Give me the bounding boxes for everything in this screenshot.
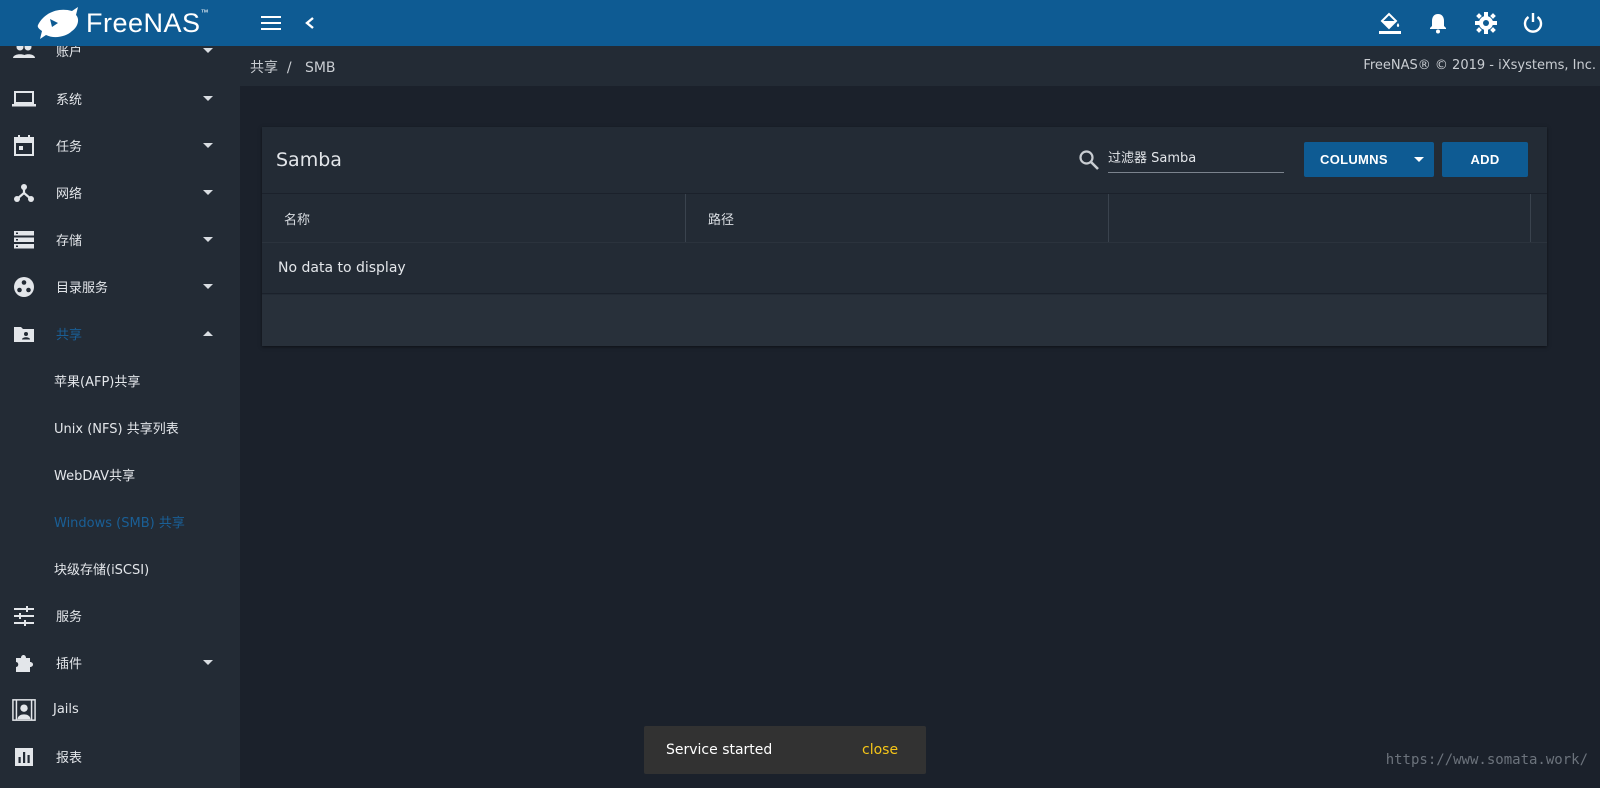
sidebar-item-label: 插件 (56, 657, 83, 672)
sidebar-item-storage[interactable]: 存储 (0, 216, 240, 263)
sidebar-item-accounts[interactable]: 账户 (0, 46, 240, 74)
snackbar: Service started close (644, 726, 926, 774)
sidebar-item-services[interactable]: 服务 (0, 592, 240, 639)
calendar-icon (12, 134, 36, 158)
breadcrumb[interactable]: 共享 / SMB (250, 57, 336, 77)
sidebar-subitem-iscsi[interactable]: 块级存储(iSCSI) (0, 545, 240, 592)
sidebar-item-label: Jails (53, 702, 79, 717)
sidebar-item-label: 报表 (56, 751, 83, 766)
sidebar-subitem-nfs[interactable]: Unix (NFS) 共享列表 (0, 404, 240, 451)
snackbar-close-button[interactable]: close (862, 742, 898, 758)
sidebar-item-reports[interactable]: 报表 (0, 733, 240, 780)
chevron-down-icon (203, 284, 213, 289)
theme-paint-icon[interactable] (1378, 11, 1402, 35)
sidebar-item-tasks[interactable]: 任务 (0, 122, 240, 169)
search-input[interactable] (1108, 145, 1284, 173)
tune-icon (12, 604, 36, 628)
chart-icon (12, 745, 36, 769)
breadcrumb-bar: 共享 / SMB FreeNAS® © 2019 - iXsystems, In… (240, 46, 1600, 86)
storage-icon (12, 228, 36, 252)
network-icon (12, 181, 36, 205)
sidebar-item-label: 存储 (56, 234, 83, 249)
bell-icon[interactable] (1426, 11, 1450, 35)
chevron-down-icon (203, 143, 213, 148)
chevron-up-icon (203, 331, 213, 336)
sidebar-item-label: 目录服务 (56, 281, 109, 296)
watermark: https://www.somata.work/ (1385, 752, 1588, 768)
power-icon[interactable] (1521, 11, 1545, 35)
shark-logo-icon (37, 7, 79, 39)
sidebar-item-label: 账户 (56, 46, 83, 60)
directory-icon (12, 275, 36, 299)
sidebar-subitem-smb[interactable]: Windows (SMB) 共享 (0, 498, 240, 545)
sidebar-item-network[interactable]: 网络 (0, 169, 240, 216)
chevron-down-icon (203, 660, 213, 665)
sidebar-subitem-webdav[interactable]: WebDAV共享 (0, 451, 240, 498)
card-title: Samba (276, 149, 342, 171)
chevron-down-icon (203, 190, 213, 195)
chevron-down-icon (203, 96, 213, 101)
sidebar-subitem-label: 苹果(AFP)共享 (54, 375, 141, 390)
logo[interactable]: FreeNAS™ (0, 0, 240, 46)
sidebar-item-sharing[interactable]: 共享 (0, 310, 240, 357)
table-footer (262, 295, 1547, 346)
gear-icon[interactable] (1474, 11, 1498, 35)
table-header: 名称 路径 (262, 193, 1547, 242)
laptop-icon (12, 87, 36, 111)
group-icon (12, 46, 36, 63)
column-header-actions (1109, 194, 1531, 242)
sidebar-item-system[interactable]: 系统 (0, 75, 240, 122)
sidebar-item-label: 系统 (56, 93, 83, 108)
columns-label: COLUMNS (1320, 152, 1388, 167)
puzzle-icon (12, 651, 36, 675)
jail-icon (12, 698, 36, 722)
columns-button[interactable]: COLUMNS (1304, 142, 1434, 177)
add-button[interactable]: ADD (1442, 142, 1528, 177)
sidebar-subitem-label: Windows (SMB) 共享 (54, 516, 185, 531)
folder-share-icon (12, 322, 36, 346)
snackbar-message: Service started (666, 742, 773, 758)
samba-table-card: Samba COLUMNS ADD 名称 路径 No data to displ… (262, 127, 1547, 346)
copyright-text: FreeNAS® © 2019 - iXsystems, Inc. (1363, 58, 1596, 73)
sidebar-subitem-afp[interactable]: 苹果(AFP)共享 (0, 357, 240, 404)
sidebar-item-plugins[interactable]: 插件 (0, 639, 240, 686)
chevron-down-icon (1414, 157, 1424, 162)
sidebar-subitem-label: Unix (NFS) 共享列表 (54, 422, 179, 437)
sidebar-item-jails[interactable]: Jails (0, 686, 240, 733)
top-bar: FreeNAS™ (0, 0, 1600, 46)
column-header-path[interactable]: 路径 (686, 194, 1109, 242)
chevron-left-icon[interactable] (298, 11, 322, 35)
menu-icon[interactable] (259, 11, 283, 35)
sidebar: 账户 系统 任务 网络 存储 目录服务 共享 苹果(AFP)共享 Unix (N… (0, 46, 240, 788)
sidebar-item-directory-services[interactable]: 目录服务 (0, 263, 240, 310)
empty-row: No data to display (262, 242, 1547, 294)
sidebar-subitem-label: 块级存储(iSCSI) (54, 563, 150, 578)
sidebar-item-label: 网络 (56, 187, 83, 202)
chevron-down-icon (203, 237, 213, 242)
sidebar-item-label: 共享 (56, 328, 83, 343)
sidebar-item-label: 任务 (56, 140, 83, 155)
sidebar-subitem-label: WebDAV共享 (54, 469, 136, 484)
brand-name: FreeNAS™ (86, 7, 210, 38)
column-header-name[interactable]: 名称 (262, 194, 686, 242)
search-icon (1078, 149, 1100, 171)
chevron-down-icon (203, 48, 213, 53)
sidebar-item-label: 服务 (56, 610, 83, 625)
